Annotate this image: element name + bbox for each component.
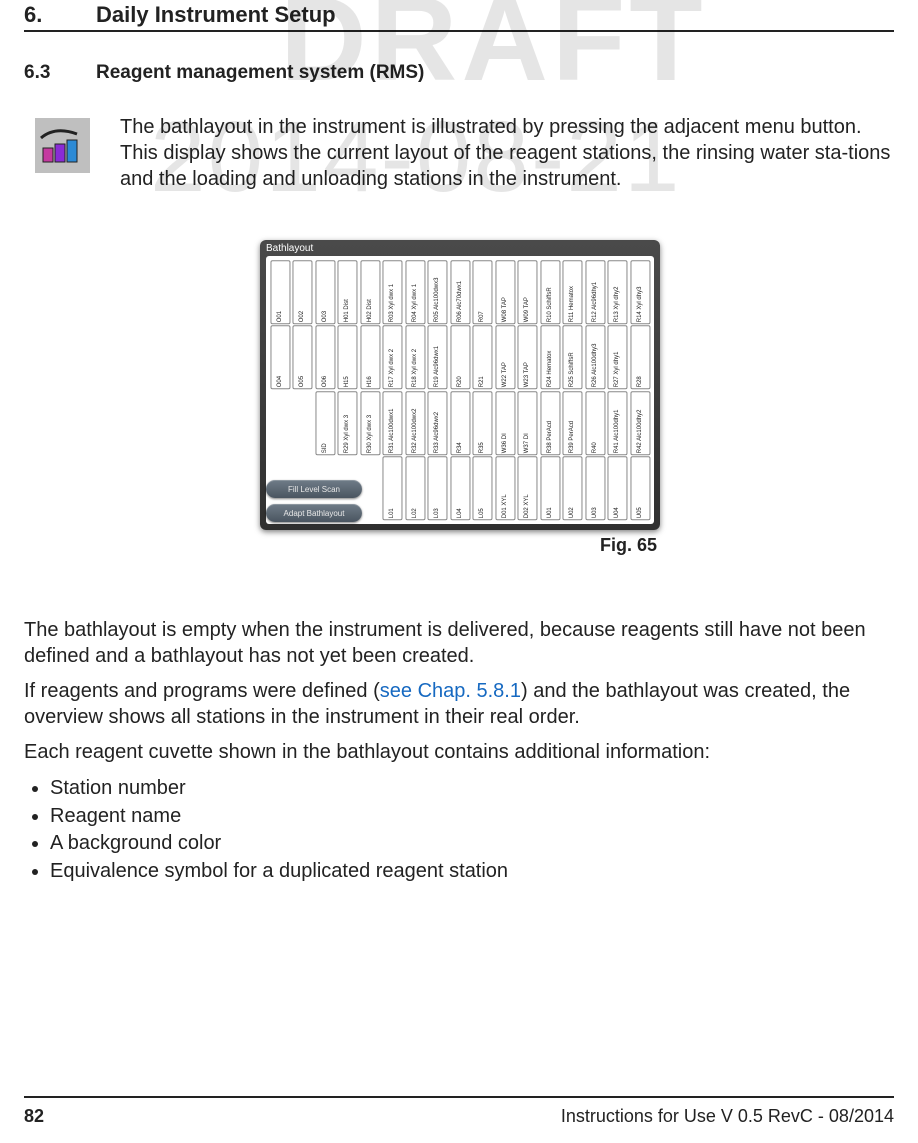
station-cell[interactable]: U03: [585, 456, 605, 520]
station-cell[interactable]: D02 XYL: [517, 456, 537, 520]
footer-text: Instructions for Use V 0.5 RevC - 08/201…: [561, 1106, 894, 1127]
station-cell[interactable]: R33 Alc96dwx2: [427, 391, 447, 455]
paragraph-3: Each reagent cuvette shown in the bathla…: [24, 740, 894, 766]
rule: [24, 30, 894, 32]
panel-title: Bathlayout: [260, 240, 660, 256]
station-cell[interactable]: R07: [472, 260, 492, 324]
station-cell[interactable]: R25 SchiffsR: [562, 325, 582, 389]
station-cell[interactable]: O01: [270, 260, 290, 324]
station-cell[interactable]: R05 Alc100dwx3: [427, 260, 447, 324]
station-cell[interactable]: R24 Hematox: [540, 325, 560, 389]
bathlayout-icon: [35, 118, 90, 173]
station-cell[interactable]: R34: [450, 391, 470, 455]
station-cell[interactable]: O06: [315, 325, 335, 389]
station-cell[interactable]: U02: [562, 456, 582, 520]
list-item: Reagent name: [50, 804, 894, 830]
station-cell[interactable]: R17 Xyl dwx 2: [382, 325, 402, 389]
section-title: Daily Instrument Setup: [96, 2, 336, 28]
subsection-number: 6.3: [24, 62, 50, 84]
p2a: If reagents and programs were defined (: [24, 680, 380, 702]
station-cell[interactable]: W22 TAP: [495, 325, 515, 389]
station-cell[interactable]: U04: [607, 456, 627, 520]
fill-level-scan-button[interactable]: Fill Level Scan: [266, 480, 362, 498]
station-cell[interactable]: D01 XYL: [495, 456, 515, 520]
station-cell[interactable]: W36 DI: [495, 391, 515, 455]
list-item: A background color: [50, 831, 894, 857]
bullet-list: Station number Reagent name A background…: [24, 776, 894, 884]
station-cell[interactable]: R18 Xyl dwx 2: [405, 325, 425, 389]
station-cell[interactable]: R30 Xyl dwx 3: [360, 391, 380, 455]
station-cell[interactable]: O03: [315, 260, 335, 324]
bathlayout-panel: Bathlayout O01O04O02O05O03O06SID H01 Dist…: [260, 240, 660, 530]
station-cell[interactable]: L04: [450, 456, 470, 520]
station-cell[interactable]: R40: [585, 391, 605, 455]
subsection-title: Reagent management system (RMS): [96, 62, 424, 84]
station-cell[interactable]: H02 Dist: [360, 260, 380, 324]
station-cell[interactable]: U01: [540, 456, 560, 520]
station-cell[interactable]: R11 Hematox: [562, 260, 582, 324]
station-cell[interactable]: W37 DI: [517, 391, 537, 455]
station-cell[interactable]: L05: [472, 456, 492, 520]
station-cell[interactable]: R20: [450, 325, 470, 389]
figure-caption: Fig. 65: [600, 535, 657, 556]
station-cell[interactable]: W23 TAP: [517, 325, 537, 389]
station-cell[interactable]: R39 PerAcd: [562, 391, 582, 455]
page-number: 82: [24, 1106, 44, 1127]
footer-rule: [24, 1096, 894, 1098]
station-cell[interactable]: H01 Dist: [337, 260, 357, 324]
station-cell[interactable]: R13 Xyl dhy2: [607, 260, 627, 324]
station-cell[interactable]: H16: [360, 325, 380, 389]
station-cell[interactable]: R26 Alc100dhy3: [585, 325, 605, 389]
station-cell[interactable]: O04: [270, 325, 290, 389]
paragraph-1: The bathlayout is empty when the instrum…: [24, 618, 894, 669]
station-cell[interactable]: R21: [472, 325, 492, 389]
station-cell[interactable]: W09 TAP: [517, 260, 537, 324]
station-cell[interactable]: L02: [405, 456, 425, 520]
station-cell[interactable]: H15: [337, 325, 357, 389]
station-cell[interactable]: R19 Alc96dwx1: [427, 325, 447, 389]
station-cell[interactable]: R41 Alc100dhy1: [607, 391, 627, 455]
station-cell[interactable]: U05: [630, 456, 650, 520]
paragraph-2: If reagents and programs were defined (s…: [24, 679, 894, 730]
station-cell[interactable]: R06 Alc70dwx1: [450, 260, 470, 324]
station-cell[interactable]: R04 Xyl dwx 1: [405, 260, 425, 324]
station-cell[interactable]: R28: [630, 325, 650, 389]
intro-paragraph: The bathlayout in the instrument is illu…: [120, 114, 894, 192]
list-item: Equivalence symbol for a duplicated reag…: [50, 859, 894, 885]
watermark-draft: DRAFT: [280, 0, 707, 108]
station-cell[interactable]: R42 Alc100dhy2: [630, 391, 650, 455]
section-number: 6.: [24, 2, 42, 28]
chap-link[interactable]: see Chap. 5.8.1: [380, 680, 521, 702]
station-cell[interactable]: R14 Xyl dhy3: [630, 260, 650, 324]
station-cell[interactable]: R38 PerAcd: [540, 391, 560, 455]
station-cell[interactable]: L03: [427, 456, 447, 520]
station-cell[interactable]: R03 Xyl dwx 1: [382, 260, 402, 324]
station-cell[interactable]: O05: [292, 325, 312, 389]
station-cell[interactable]: R35: [472, 391, 492, 455]
station-cell[interactable]: R31 Alc100dwx1: [382, 391, 402, 455]
station-cell[interactable]: R10 SchiffsR: [540, 260, 560, 324]
station-cell[interactable]: O02: [292, 260, 312, 324]
station-cell[interactable]: R12 Alc96dhy1: [585, 260, 605, 324]
station-cell[interactable]: R32 Alc100dwx2: [405, 391, 425, 455]
station-cell[interactable]: SID: [315, 391, 335, 455]
station-cell[interactable]: R27 Xyl dhy1: [607, 325, 627, 389]
station-cell[interactable]: R29 Xyl dwx 3: [337, 391, 357, 455]
station-cell[interactable]: W08 TAP: [495, 260, 515, 324]
list-item: Station number: [50, 776, 894, 802]
station-cell[interactable]: L01: [382, 456, 402, 520]
adapt-bathlayout-button[interactable]: Adapt Bathlayout: [266, 504, 362, 522]
